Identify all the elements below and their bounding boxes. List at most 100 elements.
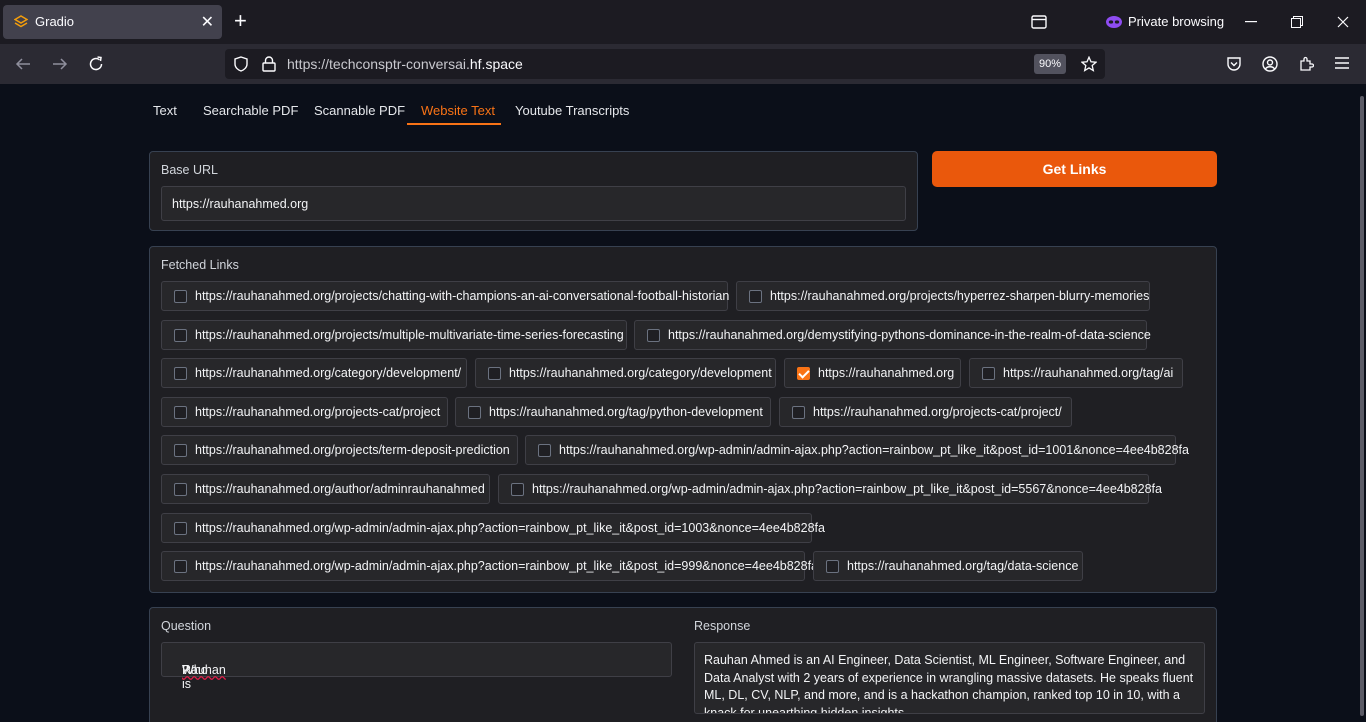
url-domain: hf.space [469, 56, 523, 72]
extensions-icon[interactable] [1298, 56, 1314, 72]
link-checkbox-item[interactable]: https://rauhanahmed.org/wp-admin/admin-a… [161, 513, 825, 543]
checkbox-unchecked[interactable] [174, 290, 187, 303]
browser-tab-title: Gradio [35, 14, 75, 29]
browser-tab-bar: Gradio ✕ + Private browsing [0, 0, 1366, 44]
checkbox-unchecked[interactable] [174, 329, 187, 342]
shield-icon[interactable] [233, 56, 249, 72]
checkbox-unchecked[interactable] [511, 483, 524, 496]
base-url-panel: Base URL https://rauhanahmed.org [149, 151, 918, 231]
link-url-text: https://rauhanahmed.org/projects/chattin… [195, 289, 730, 303]
qa-panel: Question Who is Rauhan? Response Rauhan … [149, 607, 1217, 722]
reload-icon[interactable] [88, 56, 104, 72]
link-url-text: https://rauhanahmed.org/tag/data-science [847, 559, 1079, 573]
link-checkbox-item[interactable]: https://rauhanahmed.org/demystifying-pyt… [634, 320, 1151, 350]
link-checkbox-item[interactable]: https://rauhanahmed.org/wp-admin/admin-a… [498, 474, 1162, 504]
link-checkbox-item[interactable]: https://rauhanahmed.org/wp-admin/admin-a… [525, 435, 1189, 465]
url-prefix: https://techconsptr-conversai. [287, 56, 470, 72]
private-browsing-label: Private browsing [1128, 14, 1225, 29]
link-url-text: https://rauhanahmed.org/author/adminrauh… [195, 482, 485, 496]
checkbox-unchecked[interactable] [647, 329, 660, 342]
close-tab-icon[interactable]: ✕ [201, 12, 214, 32]
response-output[interactable]: Rauhan Ahmed is an AI Engineer, Data Sci… [694, 642, 1205, 714]
back-arrow-icon[interactable] [15, 56, 31, 72]
base-url-value: https://rauhanahmed.org [172, 197, 309, 211]
checkbox-unchecked[interactable] [174, 560, 187, 573]
link-checkbox-item[interactable]: https://rauhanahmed.org/projects/chattin… [161, 281, 730, 311]
link-checkbox-item[interactable]: https://rauhanahmed.org/author/adminrauh… [161, 474, 490, 504]
link-checkbox-item[interactable]: https://rauhanahmed.org/projects/hyperre… [736, 281, 1150, 311]
response-label: Response [694, 619, 751, 633]
account-icon[interactable] [1262, 56, 1278, 72]
tab-view-icon[interactable] [1031, 15, 1047, 29]
checkbox-unchecked[interactable] [792, 406, 805, 419]
checkbox-unchecked[interactable] [749, 290, 762, 303]
url-bar[interactable]: https://techconsptr-conversai.hf.space 9… [225, 49, 1105, 79]
link-url-text: https://rauhanahmed.org/wp-admin/admin-a… [559, 443, 1189, 457]
new-tab-icon[interactable]: + [234, 9, 247, 33]
scrollbar-thumb[interactable] [1360, 96, 1364, 716]
link-checkbox-item[interactable]: https://rauhanahmed.org/projects-cat/pro… [161, 397, 448, 427]
close-window-icon[interactable] [1337, 16, 1349, 28]
url-text[interactable]: https://techconsptr-conversai.hf.space [287, 56, 523, 72]
link-url-text: https://rauhanahmed.org/demystifying-pyt… [668, 328, 1151, 342]
checkbox-unchecked[interactable] [174, 406, 187, 419]
link-checkbox-item[interactable]: https://rauhanahmed.org/projects/multipl… [161, 320, 627, 350]
checkbox-unchecked[interactable] [826, 560, 839, 573]
question-label: Question [161, 619, 212, 633]
tab-searchable-pdf[interactable]: Searchable PDF [203, 103, 298, 118]
fetched-links-label: Fetched Links [161, 258, 239, 272]
checkbox-unchecked[interactable] [174, 522, 187, 535]
checkbox-unchecked[interactable] [982, 367, 995, 380]
link-url-text: https://rauhanahmed.org/category/develop… [195, 366, 462, 380]
checkbox-unchecked[interactable] [488, 367, 501, 380]
tab-youtube-transcripts[interactable]: Youtube Transcripts [515, 103, 629, 118]
link-url-text: https://rauhanahmed.org/projects/term-de… [195, 443, 510, 457]
link-checkbox-item[interactable]: https://rauhanahmed.org/tag/ai [969, 358, 1183, 388]
minimize-icon[interactable] [1245, 21, 1257, 23]
link-checkbox-item[interactable]: https://rauhanahmed.org/projects/term-de… [161, 435, 518, 465]
checkbox-unchecked[interactable] [174, 367, 187, 380]
link-url-text: https://rauhanahmed.org/projects/hyperre… [770, 289, 1150, 303]
link-checkbox-item[interactable]: https://rauhanahmed.org/wp-admin/admin-a… [161, 551, 818, 581]
link-url-text: https://rauhanahmed.org/projects/multipl… [195, 328, 624, 342]
link-checkbox-item[interactable]: https://rauhanahmed.org/tag/data-science [813, 551, 1083, 581]
page-scrollbar[interactable] [1358, 84, 1366, 722]
link-checkbox-item[interactable]: https://rauhanahmed.org/category/develop… [161, 358, 467, 388]
link-url-text: https://rauhanahmed.org [818, 366, 955, 380]
link-url-text: https://rauhanahmed.org/tag/ai [1003, 366, 1174, 380]
lock-icon[interactable] [262, 56, 276, 72]
checkbox-unchecked[interactable] [174, 483, 187, 496]
tab-scannable-pdf[interactable]: Scannable PDF [314, 103, 405, 118]
link-checkbox-item[interactable]: https://rauhanahmed.org/tag/python-devel… [455, 397, 771, 427]
browser-tab[interactable]: Gradio ✕ [3, 5, 222, 39]
checkbox-checked[interactable] [797, 367, 810, 380]
link-checkbox-item[interactable]: https://rauhanahmed.org/projects-cat/pro… [779, 397, 1072, 427]
checkbox-unchecked[interactable] [538, 444, 551, 457]
menu-hamburger-icon[interactable] [1335, 57, 1349, 69]
active-tab-underline [407, 123, 501, 125]
page-content: Text Searchable PDF Scannable PDF Websit… [0, 84, 1358, 722]
response-text: Rauhan Ahmed is an AI Engineer, Data Sci… [704, 653, 1194, 714]
base-url-input[interactable]: https://rauhanahmed.org [161, 186, 906, 221]
fetched-links-panel: Fetched Links https://rauhanahmed.org/pr… [149, 246, 1217, 593]
link-checkbox-item[interactable]: https://rauhanahmed.org/category/develop… [475, 358, 776, 388]
checkbox-unchecked[interactable] [174, 444, 187, 457]
link-url-text: https://rauhanahmed.org/wp-admin/admin-a… [195, 559, 819, 573]
question-text-suffix: ? [182, 663, 189, 677]
forward-arrow-icon[interactable] [52, 56, 68, 72]
zoom-level-badge[interactable]: 90% [1034, 54, 1066, 74]
bookmark-star-icon[interactable] [1081, 56, 1097, 72]
checkbox-unchecked[interactable] [468, 406, 481, 419]
tab-text[interactable]: Text [153, 103, 177, 118]
gradio-logo-icon [14, 15, 28, 28]
restore-icon[interactable] [1291, 16, 1303, 28]
pocket-icon[interactable] [1226, 56, 1242, 72]
link-url-text: https://rauhanahmed.org/wp-admin/admin-a… [195, 521, 825, 535]
tab-website-text[interactable]: Website Text [421, 103, 495, 118]
question-input[interactable]: Who is Rauhan? [161, 642, 672, 691]
get-links-button[interactable]: Get Links [932, 151, 1217, 187]
link-checkbox-item[interactable]: https://rauhanahmed.org [784, 358, 961, 388]
link-url-text: https://rauhanahmed.org/tag/python-devel… [489, 405, 763, 419]
browser-nav-bar: https://techconsptr-conversai.hf.space 9… [0, 44, 1366, 84]
private-mask-icon [1106, 16, 1122, 28]
